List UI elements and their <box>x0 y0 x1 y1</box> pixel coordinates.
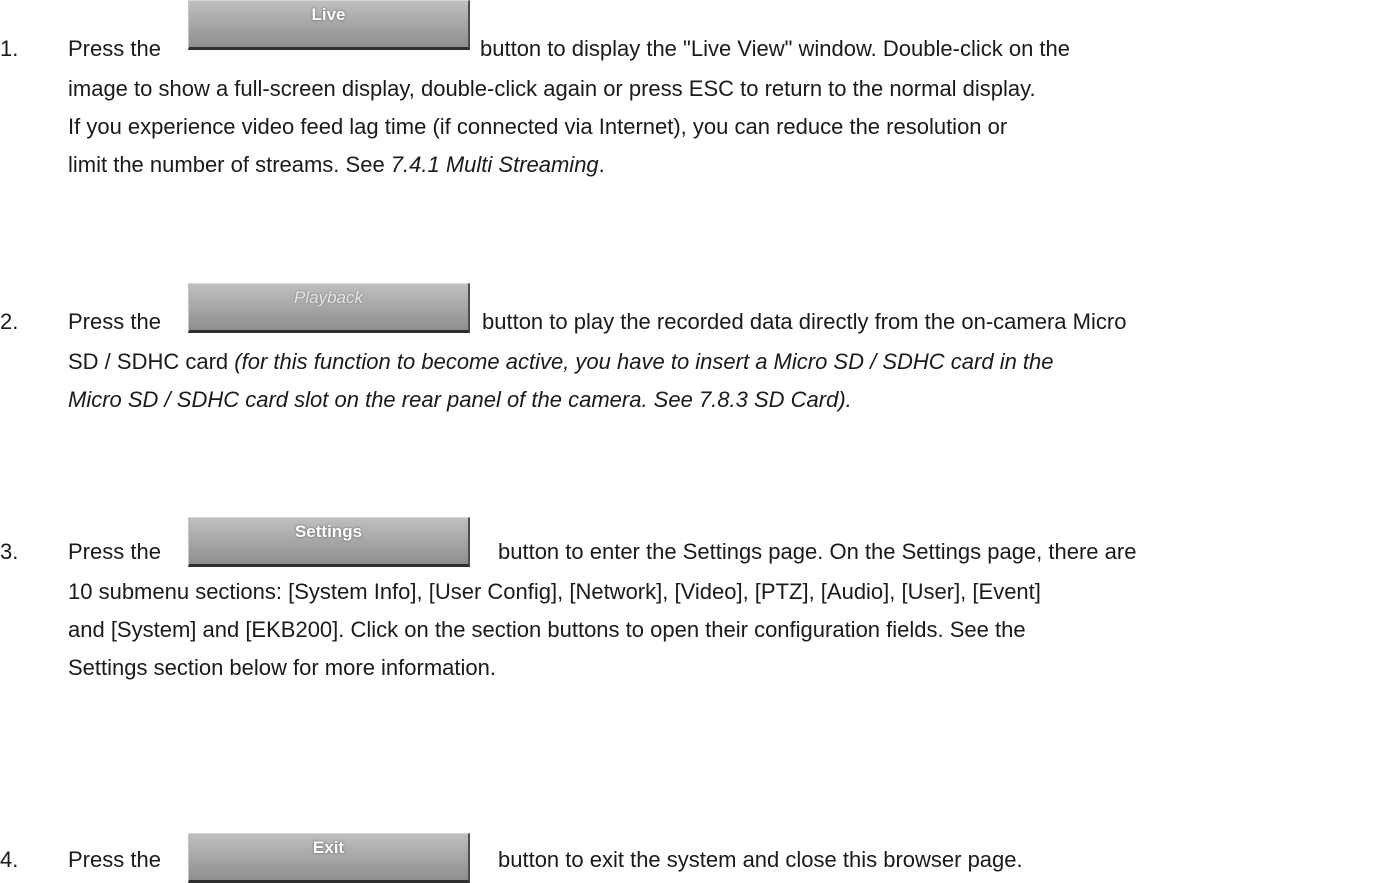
exit-button-label: Exit <box>312 838 345 857</box>
item-line-1: button to play the recorded data directl… <box>482 309 1127 334</box>
item-number: 2. <box>0 309 19 334</box>
item-lead: Press the <box>68 539 161 564</box>
live-button[interactable]: Live <box>188 0 470 50</box>
settings-button[interactable]: Settings <box>188 517 470 567</box>
section-reference: 7.4.1 Multi Streaming <box>390 152 599 177</box>
exit-button[interactable]: Exit <box>188 833 470 883</box>
item-body: SD / SDHC card (for this function to bec… <box>68 343 1387 419</box>
item-line-4: Settings section below for more informat… <box>68 655 496 680</box>
item-line-4: limit the number of streams. See 7.4.1 M… <box>68 152 605 177</box>
live-button-label: Live <box>311 5 346 24</box>
playback-button-label: Playback <box>294 288 363 307</box>
item-line-2: image to show a full-screen display, dou… <box>68 76 1036 101</box>
item-number: 4. <box>0 847 19 872</box>
playback-button[interactable]: Playback <box>188 283 470 333</box>
item-lead: Press the <box>68 36 161 61</box>
item-line-1: button to display the "Live View" window… <box>480 36 1070 61</box>
item-line-2: 10 submenu sections: [System Info], [Use… <box>68 579 1041 604</box>
item-line-1: button to enter the Settings page. On th… <box>498 539 1137 564</box>
item-body: 10 submenu sections: [System Info], [Use… <box>68 573 1387 687</box>
item-line-3: and [System] and [EKB200]. Click on the … <box>68 617 1026 642</box>
item-line-1: button to exit the system and close this… <box>498 847 1023 872</box>
item-number: 3. <box>0 539 19 564</box>
settings-button-label: Settings <box>294 522 363 541</box>
item-lead: Press the <box>68 309 161 334</box>
item-line-3: Micro SD / SDHC card slot on the rear pa… <box>68 387 852 412</box>
item-body: image to show a full-screen display, dou… <box>68 70 1387 184</box>
item-line-2: SD / SDHC card (for this function to bec… <box>68 349 1054 374</box>
item-lead: Press the <box>68 847 161 872</box>
item-number: 1. <box>0 36 19 61</box>
item-line-3: If you experience video feed lag time (i… <box>68 114 1008 139</box>
